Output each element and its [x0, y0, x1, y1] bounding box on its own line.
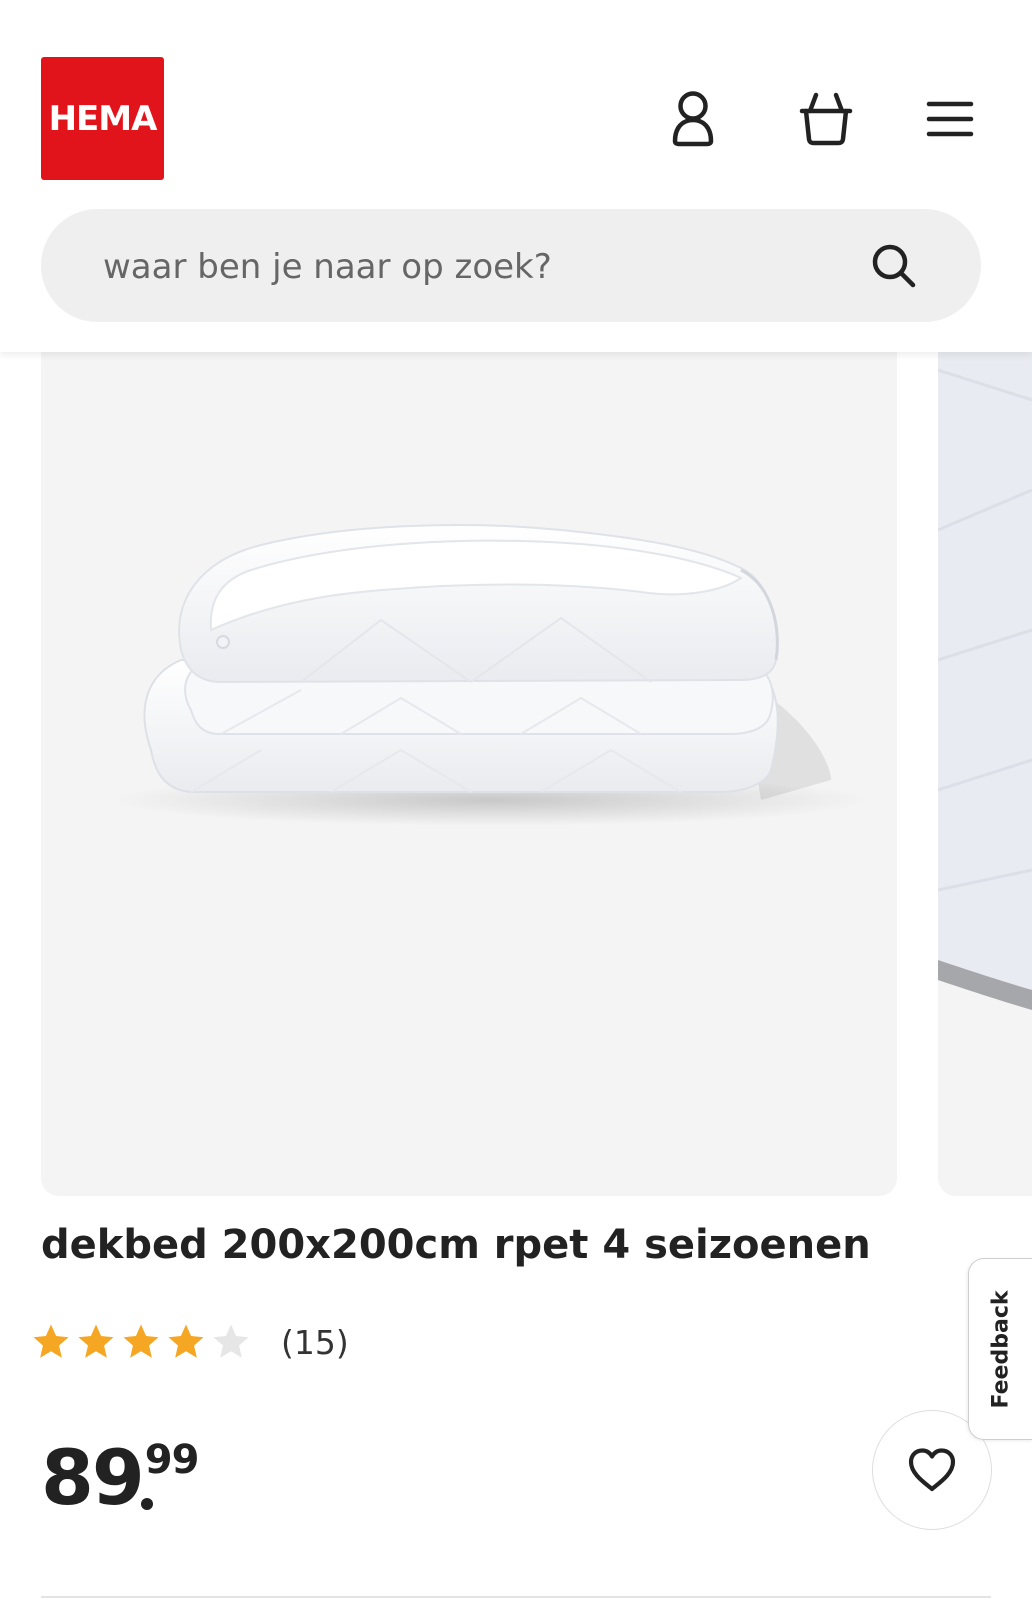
section-divider — [41, 1596, 991, 1598]
star-empty-icon — [213, 1324, 249, 1358]
account-icon — [672, 91, 714, 147]
heart-icon — [908, 1448, 956, 1492]
menu-icon — [926, 101, 974, 137]
feedback-label: Feedback — [988, 1290, 1014, 1408]
star-filled-icon — [33, 1324, 69, 1358]
review-count[interactable]: (15) — [281, 1323, 349, 1362]
product-price: 89 99 — [41, 1433, 200, 1530]
basket-icon — [799, 92, 853, 146]
account-button[interactable] — [663, 86, 723, 152]
hema-logo[interactable]: HEMA — [41, 57, 164, 180]
search-icon — [872, 244, 916, 288]
price-cents: 99 — [144, 1437, 200, 1483]
product-rating[interactable]: (15) — [30, 1320, 349, 1364]
star-filled-icon — [78, 1324, 114, 1358]
basket-button[interactable] — [796, 86, 856, 152]
price-integer: 89 — [41, 1433, 145, 1522]
menu-button[interactable] — [920, 86, 980, 152]
search-button[interactable] — [867, 239, 921, 293]
logo-text: HEMA — [48, 98, 158, 139]
site-header: HEMA — [0, 0, 1032, 352]
feedback-tab[interactable]: Feedback — [968, 1258, 1032, 1440]
duvet-image — [111, 524, 871, 826]
product-title: dekbed 200x200cm rpet 4 seizoenen — [41, 1222, 871, 1268]
search-bar — [41, 209, 981, 324]
price-decimal-dot — [140, 1498, 153, 1510]
product-image-gallery[interactable] — [41, 330, 897, 1196]
next-product-image-preview[interactable] — [938, 330, 1032, 1196]
duvet-preview-image — [938, 330, 1032, 1196]
star-filled-icon — [123, 1324, 159, 1358]
star-filled-icon — [168, 1324, 204, 1358]
search-input[interactable] — [101, 209, 865, 324]
